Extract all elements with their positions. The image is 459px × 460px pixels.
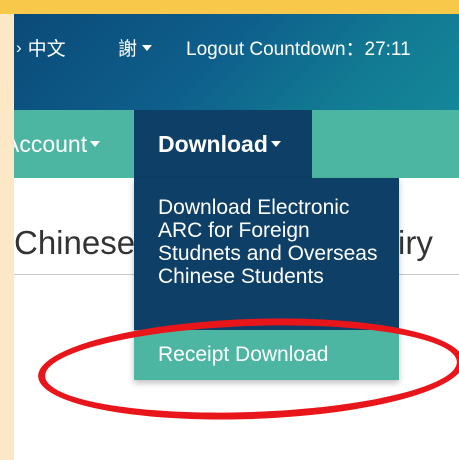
page-title-tail: iry bbox=[398, 224, 433, 261]
user-name: 謝 bbox=[118, 39, 138, 60]
language-switch[interactable]: › 中文 bbox=[16, 34, 66, 61]
download-dropdown-menu: Download Electronic ARC for Foreign Stud… bbox=[134, 178, 399, 380]
menu-item-receipt-download[interactable]: Receipt Download bbox=[134, 330, 399, 380]
nav-download-label: Download bbox=[158, 130, 268, 157]
logout-countdown: Logout Countdown：27:11 bbox=[186, 39, 411, 60]
language-label: 中文 bbox=[27, 39, 66, 60]
caret-down-icon bbox=[90, 141, 101, 147]
page-title: Chinese bbox=[14, 224, 136, 261]
top-header: › 中文 謝 Logout Countdown：27:11 bbox=[14, 14, 459, 110]
top-frame-strip bbox=[0, 0, 459, 14]
main-navbar: Account Download bbox=[14, 110, 459, 178]
user-menu[interactable]: 謝 bbox=[118, 34, 153, 61]
nav-account[interactable]: Account bbox=[14, 110, 101, 178]
caret-down-icon bbox=[142, 44, 153, 51]
nav-download[interactable]: Download bbox=[134, 110, 312, 178]
left-frame-strip bbox=[0, 14, 14, 460]
chevron-right-icon: › bbox=[16, 37, 22, 57]
caret-down-icon bbox=[270, 141, 281, 147]
nav-account-label: Account bbox=[14, 130, 88, 157]
page: › 中文 謝 Logout Countdown：27:11 Account Do… bbox=[14, 14, 459, 460]
menu-item-download-electronic-arc[interactable]: Download Electronic ARC for Foreign Stud… bbox=[134, 178, 399, 330]
